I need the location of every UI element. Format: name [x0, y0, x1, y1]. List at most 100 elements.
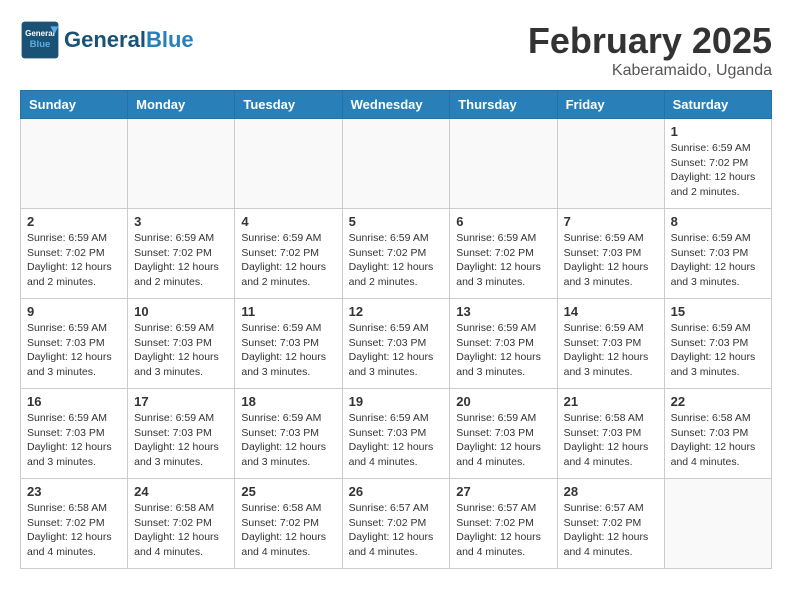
day-info: Sunrise: 6:59 AM Sunset: 7:03 PM Dayligh…: [564, 231, 658, 290]
calendar-cell: 19 Sunrise: 6:59 AM Sunset: 7:03 PM Dayli…: [342, 389, 450, 479]
calendar-cell: 22 Sunrise: 6:58 AM Sunset: 7:03 PM Dayli…: [664, 389, 771, 479]
day-number: 11: [241, 304, 335, 319]
day-info: Sunrise: 6:59 AM Sunset: 7:03 PM Dayligh…: [27, 321, 121, 380]
week-row-4: 16 Sunrise: 6:59 AM Sunset: 7:03 PM Dayli…: [21, 389, 772, 479]
calendar-cell: 27 Sunrise: 6:57 AM Sunset: 7:02 PM Dayli…: [450, 479, 557, 569]
calendar-cell: [557, 119, 664, 209]
day-number: 3: [134, 214, 228, 229]
day-number: 19: [349, 394, 444, 409]
calendar-cell: [450, 119, 557, 209]
logo-icon: General Blue: [20, 20, 60, 60]
column-header-wednesday: Wednesday: [342, 91, 450, 119]
calendar-cell: 23 Sunrise: 6:58 AM Sunset: 7:02 PM Dayli…: [21, 479, 128, 569]
column-header-sunday: Sunday: [21, 91, 128, 119]
day-info: Sunrise: 6:59 AM Sunset: 7:03 PM Dayligh…: [564, 321, 658, 380]
day-number: 13: [456, 304, 550, 319]
calendar-cell: 15Sunrise: 6:59 AM Sunset: 7:03 PM Dayli…: [664, 299, 771, 389]
calendar-cell: [21, 119, 128, 209]
calendar-cell: 17 Sunrise: 6:59 AM Sunset: 7:03 PM Dayli…: [128, 389, 235, 479]
day-info: Sunrise: 6:59 AM Sunset: 7:02 PM Dayligh…: [134, 231, 228, 290]
calendar-cell: 8 Sunrise: 6:59 AM Sunset: 7:03 PM Daylig…: [664, 209, 771, 299]
calendar-cell: 10 Sunrise: 6:59 AM Sunset: 7:03 PM Dayli…: [128, 299, 235, 389]
day-info: Sunrise: 6:57 AM Sunset: 7:02 PM Dayligh…: [349, 501, 444, 560]
location-subtitle: Kaberamaido, Uganda: [528, 62, 772, 80]
day-number: 24: [134, 484, 228, 499]
calendar-cell: 4Sunrise: 6:59 AM Sunset: 7:02 PM Daylig…: [235, 209, 342, 299]
calendar-cell: [342, 119, 450, 209]
day-info: Sunrise: 6:59 AM Sunset: 7:03 PM Dayligh…: [349, 411, 444, 470]
column-header-tuesday: Tuesday: [235, 91, 342, 119]
week-row-1: 1 Sunrise: 6:59 AM Sunset: 7:02 PM Daylig…: [21, 119, 772, 209]
day-number: 18: [241, 394, 335, 409]
calendar-table: SundayMondayTuesdayWednesdayThursdayFrid…: [20, 90, 772, 569]
day-number: 25: [241, 484, 335, 499]
day-info: Sunrise: 6:59 AM Sunset: 7:02 PM Dayligh…: [456, 231, 550, 290]
calendar-cell: 21 Sunrise: 6:58 AM Sunset: 7:03 PM Dayli…: [557, 389, 664, 479]
calendar-cell: 3 Sunrise: 6:59 AM Sunset: 7:02 PM Daylig…: [128, 209, 235, 299]
day-number: 10: [134, 304, 228, 319]
svg-text:General: General: [25, 29, 55, 38]
day-number: 27: [456, 484, 550, 499]
day-number: 5: [349, 214, 444, 229]
day-info: Sunrise: 6:57 AM Sunset: 7:02 PM Dayligh…: [564, 501, 658, 560]
svg-text:Blue: Blue: [30, 39, 51, 50]
day-info: Sunrise: 6:59 AM Sunset: 7:03 PM Dayligh…: [27, 411, 121, 470]
day-number: 8: [671, 214, 765, 229]
day-info: Sunrise: 6:59 AM Sunset: 7:03 PM Dayligh…: [241, 321, 335, 380]
day-info: Sunrise: 6:59 AM Sunset: 7:03 PM Dayligh…: [241, 411, 335, 470]
week-row-2: 2Sunrise: 6:59 AM Sunset: 7:02 PM Daylig…: [21, 209, 772, 299]
day-info: Sunrise: 6:59 AM Sunset: 7:03 PM Dayligh…: [456, 321, 550, 380]
day-info: Sunrise: 6:58 AM Sunset: 7:03 PM Dayligh…: [564, 411, 658, 470]
week-row-5: 23 Sunrise: 6:58 AM Sunset: 7:02 PM Dayli…: [21, 479, 772, 569]
day-number: 20: [456, 394, 550, 409]
day-number: 17: [134, 394, 228, 409]
day-info: Sunrise: 6:58 AM Sunset: 7:02 PM Dayligh…: [241, 501, 335, 560]
month-title: February 2025: [528, 20, 772, 62]
day-info: Sunrise: 6:59 AM Sunset: 7:03 PM Dayligh…: [134, 411, 228, 470]
page-header: General Blue GeneralBlue February 2025 K…: [20, 20, 772, 80]
calendar-cell: [664, 479, 771, 569]
week-row-3: 9Sunrise: 6:59 AM Sunset: 7:03 PM Daylig…: [21, 299, 772, 389]
day-number: 26: [349, 484, 444, 499]
calendar-cell: 11 Sunrise: 6:59 AM Sunset: 7:03 PM Dayli…: [235, 299, 342, 389]
column-header-saturday: Saturday: [664, 91, 771, 119]
day-info: Sunrise: 6:57 AM Sunset: 7:02 PM Dayligh…: [456, 501, 550, 560]
day-number: 12: [349, 304, 444, 319]
title-area: February 2025 Kaberamaido, Uganda: [528, 20, 772, 80]
calendar-cell: 24 Sunrise: 6:58 AM Sunset: 7:02 PM Dayli…: [128, 479, 235, 569]
column-header-thursday: Thursday: [450, 91, 557, 119]
day-info: Sunrise: 6:59 AM Sunset: 7:03 PM Dayligh…: [671, 231, 765, 290]
day-number: 4: [241, 214, 335, 229]
day-info: Sunrise: 6:59 AM Sunset: 7:03 PM Dayligh…: [349, 321, 444, 380]
calendar-header-row: SundayMondayTuesdayWednesdayThursdayFrid…: [21, 91, 772, 119]
calendar-cell: 14 Sunrise: 6:59 AM Sunset: 7:03 PM Dayli…: [557, 299, 664, 389]
day-info: Sunrise: 6:59 AM Sunset: 7:02 PM Dayligh…: [349, 231, 444, 290]
day-number: 1: [671, 124, 765, 139]
logo-general: General: [64, 27, 146, 52]
calendar-cell: 12 Sunrise: 6:59 AM Sunset: 7:03 PM Dayli…: [342, 299, 450, 389]
day-number: 16: [27, 394, 121, 409]
calendar-cell: 28Sunrise: 6:57 AM Sunset: 7:02 PM Dayli…: [557, 479, 664, 569]
day-number: 6: [456, 214, 550, 229]
calendar-cell: 5 Sunrise: 6:59 AM Sunset: 7:02 PM Daylig…: [342, 209, 450, 299]
day-info: Sunrise: 6:59 AM Sunset: 7:02 PM Dayligh…: [27, 231, 121, 290]
day-number: 21: [564, 394, 658, 409]
day-number: 23: [27, 484, 121, 499]
calendar-cell: 26 Sunrise: 6:57 AM Sunset: 7:02 PM Dayli…: [342, 479, 450, 569]
logo: General Blue GeneralBlue: [20, 20, 194, 60]
calendar-cell: 13 Sunrise: 6:59 AM Sunset: 7:03 PM Dayli…: [450, 299, 557, 389]
calendar-cell: 9Sunrise: 6:59 AM Sunset: 7:03 PM Daylig…: [21, 299, 128, 389]
day-info: Sunrise: 6:59 AM Sunset: 7:02 PM Dayligh…: [671, 141, 765, 200]
day-info: Sunrise: 6:58 AM Sunset: 7:02 PM Dayligh…: [27, 501, 121, 560]
day-number: 14: [564, 304, 658, 319]
day-info: Sunrise: 6:58 AM Sunset: 7:02 PM Dayligh…: [134, 501, 228, 560]
calendar-cell: 6 Sunrise: 6:59 AM Sunset: 7:02 PM Daylig…: [450, 209, 557, 299]
calendar-cell: 18 Sunrise: 6:59 AM Sunset: 7:03 PM Dayli…: [235, 389, 342, 479]
day-info: Sunrise: 6:58 AM Sunset: 7:03 PM Dayligh…: [671, 411, 765, 470]
day-info: Sunrise: 6:59 AM Sunset: 7:03 PM Dayligh…: [134, 321, 228, 380]
column-header-friday: Friday: [557, 91, 664, 119]
calendar-cell: 16 Sunrise: 6:59 AM Sunset: 7:03 PM Dayli…: [21, 389, 128, 479]
day-number: 22: [671, 394, 765, 409]
logo-blue: Blue: [146, 27, 194, 52]
calendar-cell: 2Sunrise: 6:59 AM Sunset: 7:02 PM Daylig…: [21, 209, 128, 299]
